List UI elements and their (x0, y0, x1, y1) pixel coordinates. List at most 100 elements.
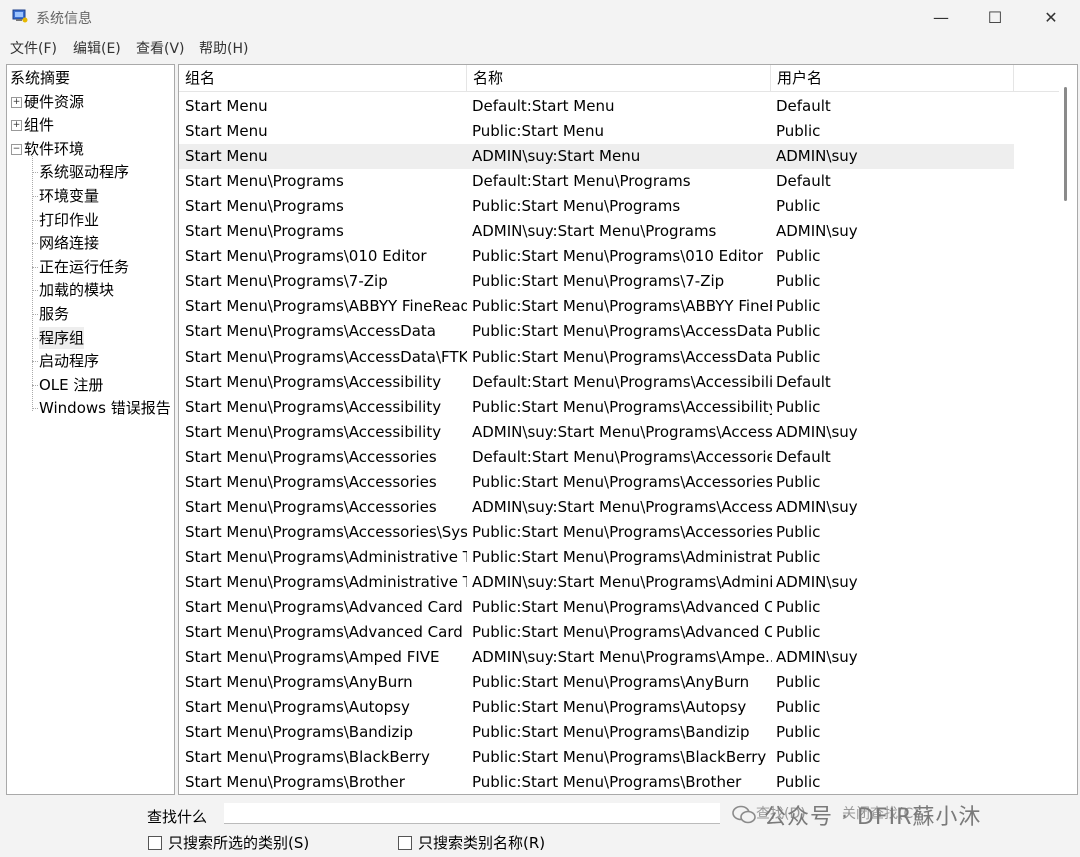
user-cell: ADMIN\suy (776, 497, 858, 516)
table-row[interactable]: Start Menu\Programs\ABBYY FineReade... Pu… (179, 294, 1014, 319)
group-cell: Start Menu\Programs\Advanced Card S... (185, 598, 467, 616)
name-cell: Default:Start Menu\Programs\Accessibilit… (472, 372, 772, 391)
tree-item-14[interactable]: Windows 错误报告 (39, 397, 171, 419)
tree-item-12[interactable]: 启动程序 (39, 350, 99, 372)
tree-item-7[interactable]: 网络连接 (39, 232, 99, 254)
group-cell: Start Menu\Programs\Bandizip (185, 723, 414, 742)
column-header-user[interactable]: 用户名 (771, 65, 1014, 91)
column-header-name[interactable]: 名称 (467, 65, 771, 91)
details-list[interactable]: 组名 名称 用户名 Start Menu Default:Start Menu De… (178, 64, 1078, 795)
table-row[interactable]: Start Menu\Programs Default:Start Menu\Pr… (179, 169, 1014, 194)
tree-item-1[interactable]: 硬件资源 (24, 91, 84, 113)
title-bar: 系统信息 — ☐ ✕ (0, 0, 1080, 34)
tree-connector-line (32, 156, 33, 411)
tree-item-8[interactable]: 正在运行任务 (39, 256, 129, 278)
tree-item-5[interactable]: 环境变量 (39, 185, 99, 207)
tree-item-9[interactable]: 加载的模块 (39, 279, 114, 301)
user-cell: Default (776, 447, 831, 466)
table-row[interactable]: Start Menu\Programs\010 Editor Public:Sta… (179, 244, 1014, 269)
tree-connector-line (32, 266, 38, 268)
name-cell: Default:Start Menu\Programs\Accessories (472, 447, 772, 466)
table-row[interactable]: Start Menu\Programs\Autopsy Public:Start … (179, 695, 1014, 720)
table-row[interactable]: Start Menu\Programs\AccessData\FTK I... P… (179, 345, 1014, 370)
tree-item-13[interactable]: OLE 注册 (39, 374, 103, 396)
expand-icon[interactable]: + (11, 96, 22, 108)
category-tree[interactable]: 系统摘要 硬件资源 + 组件 + 软件环境 − 系统驱动程序 环境变量 打印作业 网络连接 正在运行任… (6, 64, 175, 795)
table-row[interactable]: Start Menu\Programs\Advanced Card S... Pu… (179, 620, 1014, 645)
table-row[interactable]: Start Menu\Programs ADMIN\suy:Start Menu\… (179, 219, 1014, 244)
table-row[interactable]: Start Menu\Programs\Brother Public:Start … (179, 770, 1014, 794)
group-cell: Start Menu\Programs\AnyBurn (185, 673, 413, 692)
table-row[interactable]: Start Menu\Programs Public:Start Menu\Pro… (179, 194, 1014, 219)
watermark-text: 公众号 · DFIR蘇小沐 (764, 805, 982, 830)
table-row[interactable]: Start Menu\Programs\Accessibility Default… (179, 370, 1014, 395)
name-cell: ADMIN\suy:Start Menu\Programs\Access... (472, 497, 772, 516)
search-category-names-checkbox[interactable]: 只搜索类别名称(R) (398, 832, 545, 853)
close-button[interactable]: ✕ (1024, 0, 1078, 34)
table-row[interactable]: Start Menu\Programs\Accessories ADMIN\suy… (179, 495, 1014, 520)
vertical-scrollbar[interactable] (1064, 87, 1067, 201)
tree-connector-line (32, 196, 38, 197)
tree-connector-line (32, 408, 38, 410)
collapse-icon[interactable]: − (11, 143, 22, 155)
tree-item-6[interactable]: 打印作业 (39, 209, 99, 231)
table-row[interactable]: Start Menu\Programs\Accessories\Syst... P… (179, 520, 1014, 545)
user-cell: Public (776, 247, 821, 266)
menu-edit[interactable]: 编辑(E) (73, 38, 121, 58)
table-row[interactable]: Start Menu ADMIN\suy:Start Menu ADMIN\suy (179, 144, 1014, 170)
user-cell: Public (776, 623, 821, 642)
user-cell: Public (776, 522, 821, 541)
group-cell: Start Menu\Programs\AccessData\FTK I... (185, 347, 467, 366)
table-row[interactable]: Start Menu\Programs\AccessData Public:Sta… (179, 319, 1014, 344)
maximize-button[interactable]: ☐ (968, 0, 1022, 34)
name-cell: Public:Start Menu\Programs\Advanced C... (472, 598, 772, 616)
search-category-names-label: 只搜索类别名称(R) (418, 834, 546, 852)
table-row[interactable]: Start Menu\Programs\Administrative T... A… (179, 570, 1014, 595)
name-cell: Public:Start Menu\Programs\Advanced C... (472, 623, 772, 642)
find-input[interactable] (224, 803, 720, 824)
group-cell: Start Menu\Programs\010 Editor (185, 247, 427, 266)
name-cell: Default:Start Menu (472, 97, 615, 115)
table-row[interactable]: Start Menu\Programs\BlackBerry Public:Sta… (179, 745, 1014, 770)
name-cell: Public:Start Menu\Programs\ABBYY FineR..… (472, 297, 772, 316)
name-cell: Public:Start Menu\Programs\Accessories (472, 472, 772, 491)
group-cell: Start Menu\Programs\Administrative T... (185, 547, 467, 566)
column-header-group[interactable]: 组名 (179, 65, 467, 91)
user-cell: Public (776, 397, 821, 416)
menu-view[interactable]: 查看(V) (136, 38, 185, 58)
menu-help[interactable]: 帮助(H) (199, 38, 248, 58)
tree-item-3[interactable]: 软件环境 (24, 138, 84, 160)
table-row[interactable]: Start Menu\Programs\Accessibility ADMIN\s… (179, 420, 1014, 445)
tree-item-2[interactable]: 组件 (24, 114, 54, 136)
table-row[interactable]: Start Menu\Programs\Bandizip Public:Start… (179, 720, 1014, 745)
tree-connector-line (32, 384, 38, 386)
tree-item-label: 组件 (24, 116, 55, 135)
expand-icon[interactable]: + (11, 120, 22, 132)
minimize-button[interactable]: — (914, 0, 968, 34)
tree-item-label: 启动程序 (39, 352, 100, 371)
user-cell: Public (776, 297, 821, 316)
table-row[interactable]: Start Menu\Programs\7-Zip Public:Start Me… (179, 269, 1014, 294)
tree-item-10[interactable]: 服务 (39, 303, 69, 325)
table-row[interactable]: Start Menu\Programs\Amped FIVE ADMIN\suy:… (179, 645, 1014, 670)
table-row[interactable]: Start Menu Public:Start Menu Public (179, 119, 1014, 144)
tree-item-0[interactable]: 系统摘要 (10, 67, 70, 89)
table-row[interactable]: Start Menu\Programs\AnyBurn Public:Start … (179, 670, 1014, 695)
table-row[interactable]: Start Menu\Programs\Accessories Public:St… (179, 470, 1014, 495)
tree-item-4[interactable]: 系统驱动程序 (39, 161, 129, 183)
tree-item-11[interactable]: 程序组 (39, 326, 85, 349)
table-row[interactable]: Start Menu\Programs\Accessibility Public:… (179, 395, 1014, 420)
search-selected-category-checkbox[interactable]: 只搜索所选的类别(S) (148, 832, 309, 853)
table-row[interactable]: Start Menu\Programs\Accessories Default:S… (179, 445, 1014, 470)
tree-item-label: OLE 注册 (39, 375, 104, 394)
main-content: 系统摘要 硬件资源 + 组件 + 软件环境 − 系统驱动程序 环境变量 打印作业 网络连接 正在运行任… (0, 60, 1080, 797)
tree-item-label: 服务 (39, 305, 70, 323)
name-cell: Public:Start Menu\Programs\AnyBurn (472, 673, 750, 692)
menu-file[interactable]: 文件(F) (10, 38, 57, 58)
table-row[interactable]: Start Menu\Programs\Advanced Card S... Pu… (179, 595, 1014, 620)
tree-item-label: 环境变量 (39, 187, 100, 205)
table-row[interactable]: Start Menu\Programs\Administrative T... P… (179, 545, 1014, 570)
table-row[interactable]: Start Menu Default:Start Menu Default (179, 94, 1014, 119)
user-cell: Public (776, 272, 821, 291)
user-cell: Public (776, 748, 821, 767)
